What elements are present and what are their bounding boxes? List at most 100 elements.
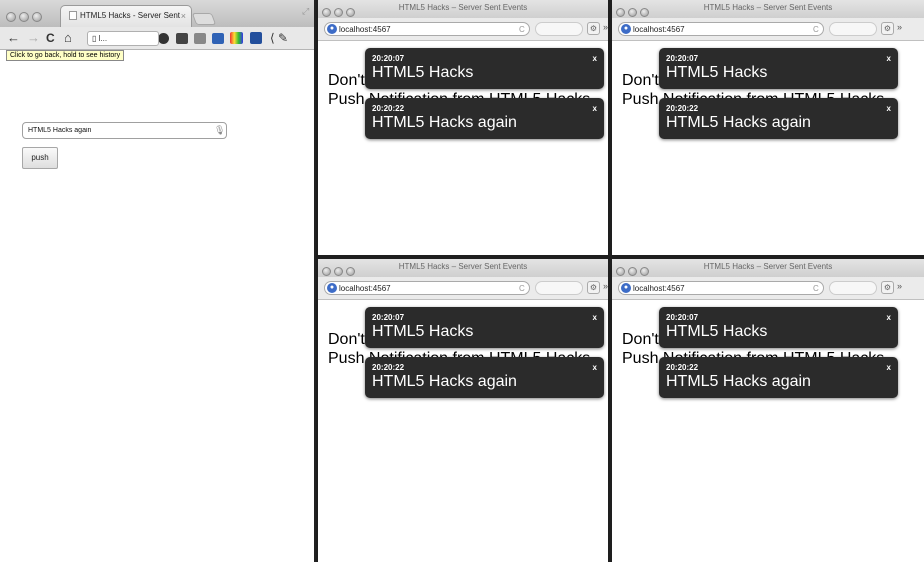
extension-icon[interactable]: ⚙ [587, 281, 600, 294]
subscriber-window: HTML5 Hacks – Server Sent Events ● local… [612, 0, 924, 255]
back-button-tooltip: Click to go back, hold to see history [6, 50, 125, 61]
window-title: HTML5 Hacks – Server Sent Events [703, 262, 833, 271]
more-icon[interactable]: » [603, 281, 608, 291]
globe-icon: ● [327, 24, 337, 34]
close-icon[interactable]: x [887, 54, 891, 63]
microphone-icon[interactable]: 🎙 [214, 125, 225, 136]
notification-time: 20:20:07 [666, 54, 699, 63]
notification-time: 20:20:22 [666, 363, 699, 372]
reload-icon[interactable]: C [813, 282, 819, 295]
notification: 20:20:07 HTML5 Hacks x [365, 307, 604, 348]
page-icon [69, 11, 77, 21]
title-bar: HTML5 Hacks - Server Sent × ⤢ [0, 0, 314, 27]
address-bar[interactable]: ● localhost:4567 C [618, 22, 824, 36]
subscriber-window: HTML5 Hacks – Server Sent Events ● local… [318, 259, 608, 562]
toolbar: ● localhost:4567 C ⚙ » [612, 18, 924, 41]
window-title: HTML5 Hacks – Server Sent Events [703, 3, 833, 12]
notification-time: 20:20:07 [372, 54, 405, 63]
close-window-button[interactable] [6, 12, 16, 22]
notification: 20:20:07 HTML5 Hacks x [659, 48, 898, 89]
close-icon[interactable]: x [593, 54, 597, 63]
notification: 20:20:22 HTML5 Hacks again x [365, 357, 604, 398]
globe-icon: ● [327, 283, 337, 293]
extension-icon[interactable]: ⚙ [587, 22, 600, 35]
forward-icon[interactable]: → [27, 30, 40, 46]
extension-icon-6[interactable] [250, 32, 262, 44]
extension-icon[interactable] [158, 33, 169, 44]
notification: 20:20:22 HTML5 Hacks again x [365, 98, 604, 139]
tab-title: HTML5 Hacks - Server Sent [80, 11, 181, 20]
title-bar: HTML5 Hacks – Server Sent Events [612, 259, 924, 277]
address-bar[interactable]: ● localhost:4567 C [618, 281, 824, 295]
notification-time: 20:20:22 [372, 104, 405, 113]
address-text: localhost:4567 [633, 284, 685, 293]
notification-time: 20:20:07 [372, 313, 405, 322]
search-field[interactable] [535, 22, 583, 36]
minimize-window-button[interactable] [19, 12, 29, 22]
browser-tab[interactable]: HTML5 Hacks - Server Sent × [60, 5, 192, 27]
extension-icon[interactable]: ⚙ [881, 22, 894, 35]
reload-icon[interactable]: C [519, 282, 525, 295]
wrench-icon[interactable]: ⟨ ✎ [270, 30, 288, 46]
home-icon[interactable]: ⌂ [64, 30, 72, 46]
toolbar: ● localhost:4567 C ⚙ » [318, 18, 608, 41]
notification-time: 20:20:22 [666, 104, 699, 113]
close-icon[interactable]: x [887, 313, 891, 322]
address-text: localhost:4567 [633, 25, 685, 34]
search-field[interactable] [829, 22, 877, 36]
extension-icon-2[interactable] [176, 33, 188, 44]
more-icon[interactable]: » [897, 281, 902, 291]
title-bar: HTML5 Hacks – Server Sent Events [318, 259, 608, 277]
notification-time: 20:20:07 [666, 313, 699, 322]
extension-icon-3[interactable] [194, 33, 206, 44]
notification: 20:20:22 HTML5 Hacks again x [659, 357, 898, 398]
close-icon[interactable]: x [887, 104, 891, 113]
push-button[interactable]: push [22, 147, 58, 169]
address-text: l... [98, 34, 108, 43]
close-icon[interactable]: x [887, 363, 891, 372]
toolbar: ● localhost:4567 C ⚙ » [612, 277, 924, 300]
notification: 20:20:07 HTML5 Hacks x [365, 48, 604, 89]
close-icon[interactable]: x [593, 313, 597, 322]
globe-icon: ● [621, 283, 631, 293]
search-field[interactable] [829, 281, 877, 295]
notification: 20:20:07 HTML5 Hacks x [659, 307, 898, 348]
extension-icon[interactable]: ⚙ [881, 281, 894, 294]
more-icon[interactable]: » [603, 22, 608, 32]
extension-icon-4[interactable] [212, 33, 224, 44]
subscriber-window: HTML5 Hacks – Server Sent Events ● local… [318, 0, 608, 255]
zoom-window-button[interactable] [32, 12, 42, 22]
fullscreen-icon[interactable]: ⤢ [302, 6, 309, 17]
page-icon: ▯ [92, 34, 99, 43]
notification-message: HTML5 Hacks [666, 64, 768, 81]
search-field[interactable] [535, 281, 583, 295]
notification: 20:20:22 HTML5 Hacks again x [659, 98, 898, 139]
title-bar: HTML5 Hacks – Server Sent Events [612, 0, 924, 18]
globe-icon: ● [621, 24, 631, 34]
notification-message: HTML5 Hacks [666, 323, 768, 340]
close-icon[interactable]: x [593, 363, 597, 372]
reload-icon[interactable]: C [46, 30, 55, 46]
notification-message: HTML5 Hacks [372, 64, 474, 81]
notification-message: HTML5 Hacks again [372, 373, 517, 390]
window-title: HTML5 Hacks – Server Sent Events [398, 3, 528, 12]
more-icon[interactable]: » [897, 22, 902, 32]
address-bar[interactable]: ● localhost:4567 C [324, 281, 530, 295]
close-icon[interactable]: x [593, 104, 597, 113]
address-bar[interactable]: ▯ l... [87, 31, 159, 46]
notification-message: HTML5 Hacks again [372, 114, 517, 131]
reload-icon[interactable]: C [519, 23, 525, 36]
message-input[interactable] [22, 122, 227, 139]
notification-message: HTML5 Hacks [372, 323, 474, 340]
publisher-window: HTML5 Hacks - Server Sent × ⤢ ← → C ⌂ ☆ … [0, 0, 316, 562]
notification-message: HTML5 Hacks again [666, 114, 811, 131]
new-tab-button[interactable] [191, 13, 217, 25]
back-icon[interactable]: ← [7, 30, 20, 46]
notification-time: 20:20:22 [372, 363, 405, 372]
tab-close-icon[interactable]: × [181, 6, 186, 26]
reload-icon[interactable]: C [813, 23, 819, 36]
window-controls [6, 9, 45, 27]
extension-icon-5[interactable] [230, 32, 243, 44]
title-bar: HTML5 Hacks – Server Sent Events [318, 0, 608, 18]
address-bar[interactable]: ● localhost:4567 C [324, 22, 530, 36]
